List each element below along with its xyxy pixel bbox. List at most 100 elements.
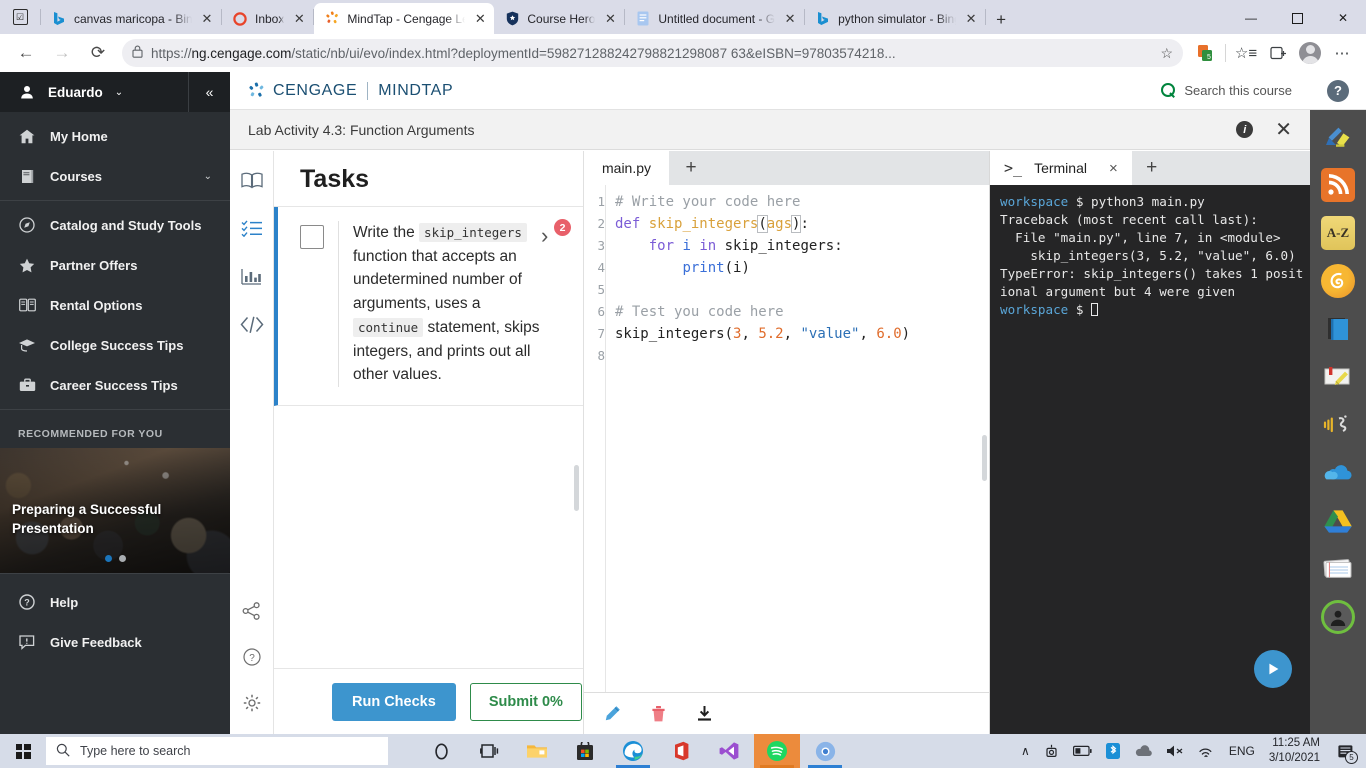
task-view-icon[interactable] — [466, 734, 512, 768]
camera-icon[interactable] — [1044, 744, 1059, 759]
close-activity-icon[interactable]: ✕ — [1275, 120, 1292, 140]
editor-body[interactable]: 1 2 3 4 5 6 7 8 # Write your code here de… — [584, 185, 989, 692]
az-dictionary-icon[interactable]: A-Z — [1321, 216, 1355, 250]
info-icon[interactable]: i — [1236, 121, 1254, 138]
notebook-marker-icon[interactable] — [1321, 360, 1355, 394]
terminal-tab[interactable]: >_ Terminal × — [990, 151, 1132, 185]
settings-more-icon[interactable]: ⋯ — [1326, 37, 1358, 69]
read-aloud-icon[interactable] — [1321, 408, 1355, 442]
carousel-dot[interactable] — [104, 555, 112, 562]
office-icon[interactable] — [658, 734, 704, 768]
forward-button[interactable]: → — [44, 37, 80, 69]
close-icon[interactable]: ✕ — [782, 11, 798, 27]
terminal-new-tab-button[interactable]: + — [1132, 151, 1172, 185]
carousel-dot[interactable] — [118, 555, 126, 562]
file-explorer-icon[interactable] — [514, 734, 560, 768]
run-code-button[interactable] — [1254, 650, 1292, 688]
close-button[interactable]: ✕ — [1320, 2, 1366, 34]
taskbar-search[interactable]: Type here to search — [46, 737, 388, 765]
help-circle-icon[interactable]: ? — [237, 642, 267, 672]
add-collection-icon[interactable] — [1262, 37, 1294, 69]
task-item[interactable]: Write the skip_integers function that ac… — [274, 207, 583, 406]
pencil-edit-icon[interactable] — [602, 704, 622, 724]
close-icon[interactable]: ✕ — [963, 11, 979, 27]
task-expand[interactable]: › 2 — [541, 219, 573, 387]
gear-icon[interactable] — [237, 688, 267, 718]
new-tab-button[interactable]: + — [986, 6, 1016, 34]
chrome-icon[interactable] — [802, 734, 848, 768]
blue-book-icon[interactable] — [1321, 312, 1355, 346]
onedrive-icon[interactable] — [1134, 745, 1152, 757]
battery-icon[interactable] — [1072, 745, 1092, 757]
close-icon[interactable]: × — [1109, 160, 1118, 177]
browser-tab-mindtap[interactable]: MindTap - Cengage Le ✕ — [314, 3, 495, 34]
microsoft-store-icon[interactable] — [562, 734, 608, 768]
sidebar-item-college-success-tips[interactable]: College Success Tips — [0, 325, 230, 365]
notification-center-icon[interactable]: 5 — [1334, 740, 1358, 764]
bar-chart-icon[interactable] — [237, 261, 267, 291]
reload-button[interactable]: ⟳ — [80, 37, 116, 69]
sidebar-item-catalog-and-study-tools[interactable]: Catalog and Study Tools — [0, 205, 230, 245]
cortana-icon[interactable] — [418, 734, 464, 768]
sidebar-item-rental-options[interactable]: Rental Options — [0, 285, 230, 325]
sidebar-item-give-feedback[interactable]: Give Feedback — [0, 622, 230, 662]
volume-muted-icon[interactable] — [1166, 744, 1184, 758]
tasks-scrollbar[interactable] — [574, 207, 579, 668]
brand-swirl-icon[interactable] — [1321, 264, 1355, 298]
download-icon[interactable] — [694, 704, 714, 724]
browser-tab-inbox[interactable]: Inbox ✕ — [222, 3, 313, 34]
course-search[interactable]: Search this course — [1161, 83, 1292, 98]
bluetooth-icon[interactable] — [1105, 743, 1120, 759]
sidebar-item-career-success-tips[interactable]: Career Success Tips — [0, 365, 230, 405]
profile-ring-icon[interactable] — [1321, 600, 1355, 634]
wifi-icon[interactable] — [1198, 745, 1215, 758]
spotify-icon[interactable] — [754, 734, 800, 768]
sidebar-item-my-home[interactable]: My Home — [0, 116, 230, 156]
terminal-output[interactable]: workspace $ python3 main.py Traceback (mo… — [990, 185, 1310, 734]
clock[interactable]: 11:25 AM 3/10/2021 — [1269, 736, 1320, 766]
recommendation-card[interactable]: Preparing a Successful Presentation — [0, 448, 230, 573]
visual-studio-icon[interactable] — [706, 734, 752, 768]
highlighter-pen-icon[interactable] — [1321, 120, 1355, 154]
minimize-button[interactable]: — — [1228, 2, 1274, 34]
sidebar-item-help[interactable]: ? Help — [0, 582, 230, 622]
onedrive-cloud-icon[interactable] — [1321, 456, 1355, 490]
browser-tab-course-hero[interactable]: Course Hero ✕ — [494, 3, 624, 34]
browser-tab-untitled-document[interactable]: Untitled document - G ✕ — [625, 3, 804, 34]
carousel-dots[interactable] — [0, 555, 230, 562]
language-indicator[interactable]: ENG — [1229, 744, 1255, 758]
share-icon[interactable] — [237, 596, 267, 626]
run-checks-button[interactable]: Run Checks — [332, 682, 456, 721]
start-button[interactable] — [0, 734, 46, 768]
close-icon[interactable]: ✕ — [602, 11, 618, 27]
book-reader-icon[interactable] — [237, 165, 267, 195]
sidebar-item-partner-offers[interactable]: Partner Offers — [0, 245, 230, 285]
code-brackets-icon[interactable] — [237, 309, 267, 339]
sidebar-collapse-button[interactable]: « — [188, 72, 230, 112]
sidebar-item-courses[interactable]: Courses ⌄ — [0, 156, 230, 196]
app-rail-help[interactable]: ? — [1310, 72, 1366, 110]
submit-button[interactable]: Submit 0% — [469, 682, 582, 721]
close-icon[interactable]: ✕ — [291, 11, 307, 27]
flashcards-icon[interactable] — [1321, 552, 1355, 586]
close-icon[interactable]: ✕ — [472, 11, 488, 27]
profile-avatar[interactable] — [1294, 37, 1326, 69]
browser-system-menu-button[interactable]: ☑ — [0, 0, 40, 34]
editor-scrollbar-thumb[interactable] — [982, 435, 987, 481]
tasks-scrollbar-thumb[interactable] — [574, 465, 579, 511]
close-icon[interactable]: ✕ — [199, 11, 215, 27]
checklist-icon[interactable] — [237, 213, 267, 243]
extension-icon[interactable]: 5 — [1189, 37, 1221, 69]
editor-tab-main-py[interactable]: main.py — [584, 151, 670, 185]
rss-feed-icon[interactable] — [1321, 168, 1355, 202]
google-drive-icon[interactable] — [1321, 504, 1355, 538]
trash-delete-icon[interactable] — [648, 704, 668, 724]
edge-browser-icon[interactable] — [610, 734, 656, 768]
editor-new-file-button[interactable]: + — [669, 151, 713, 185]
browser-tab-canvas-maricopa[interactable]: canvas maricopa - Bing ✕ — [41, 3, 221, 34]
favorite-star-icon[interactable]: ☆ — [1160, 45, 1173, 62]
browser-tab-python-simulator[interactable]: python simulator - Bing ✕ — [805, 3, 985, 34]
maximize-button[interactable] — [1274, 2, 1320, 34]
editor-code-content[interactable]: # Write your code here def skip_integers(… — [607, 185, 989, 692]
task-checkbox[interactable] — [300, 225, 324, 249]
